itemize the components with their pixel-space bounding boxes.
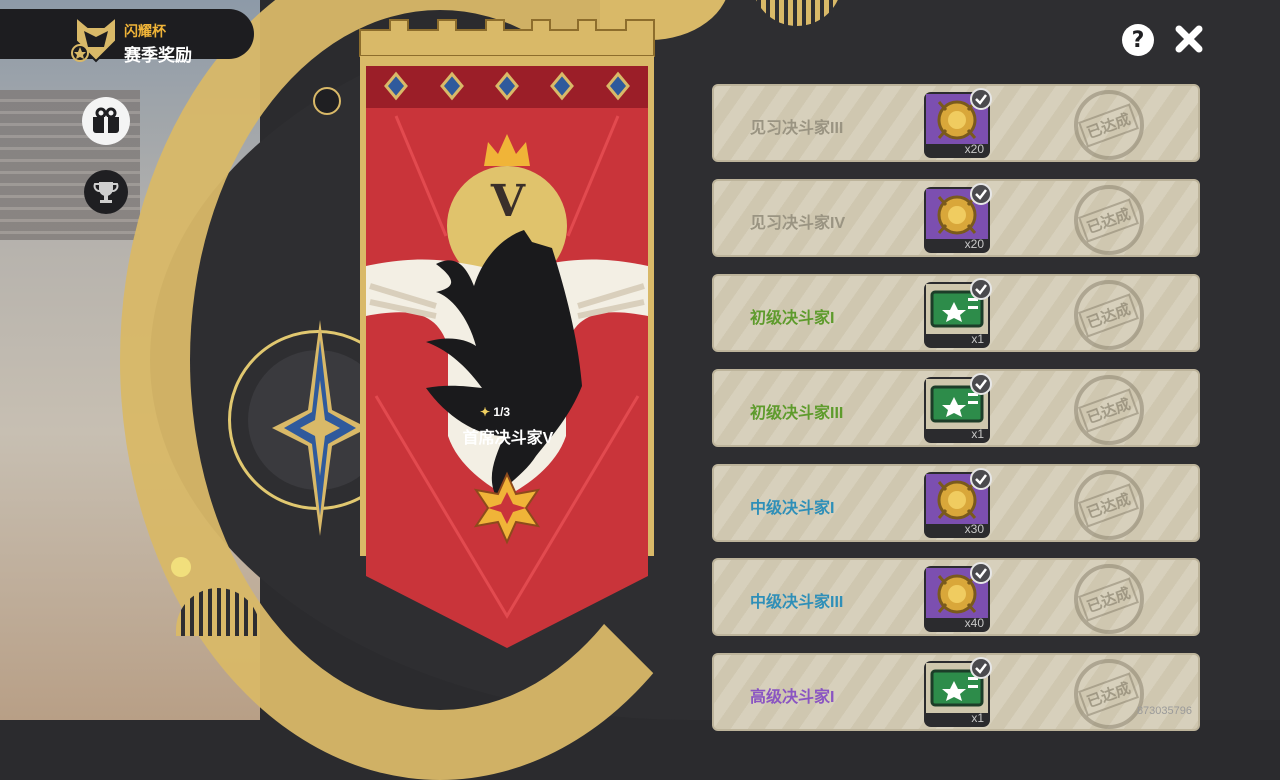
reward-quantity: x1	[971, 711, 984, 725]
check-icon	[970, 657, 992, 679]
decorative-dot	[313, 87, 341, 115]
claimed-stamp-label: 已达成	[1078, 576, 1140, 622]
reward-rank-name: 见习决斗家IV	[750, 215, 846, 232]
claimed-stamp-label: 已达成	[1078, 482, 1140, 528]
rank-banner	[359, 19, 655, 648]
gift-icon	[93, 107, 119, 133]
claimed-stamp-label: 已达成	[1078, 197, 1140, 243]
reward-row[interactable]: 初级决斗家III x1 已达成	[712, 369, 1200, 447]
reward-quantity: x20	[964, 142, 984, 156]
reward-row[interactable]: 见习决斗家III x20 已达成	[712, 84, 1200, 162]
player-uid: 873035796	[1136, 705, 1192, 717]
reward-quantity: x20	[964, 237, 984, 251]
close-icon	[1175, 25, 1203, 53]
decorative-dot-small	[171, 557, 191, 577]
rank-progress: ✦ 1/3	[480, 405, 540, 419]
reward-rank-name: 初级决斗家III	[750, 405, 844, 422]
reward-quantity: x30	[964, 522, 984, 536]
star-icon: ✦	[480, 405, 491, 419]
title-bar: 闪耀杯 赛季奖励	[0, 9, 254, 65]
reward-rank-name: 初级决斗家I	[750, 310, 835, 327]
cup-badge-icon	[71, 14, 117, 63]
claimed-stamp: 已达成	[1074, 185, 1144, 255]
claimed-stamp: 已达成	[1074, 90, 1144, 160]
claimed-stamp: 已达成	[1074, 564, 1144, 634]
reward-row[interactable]: 中级决斗家III x40 已达成	[712, 558, 1200, 636]
reward-rank-name: 高级决斗家I	[750, 689, 835, 706]
claimed-stamp: 已达成	[1074, 280, 1144, 350]
help-button[interactable]: ?	[1122, 24, 1154, 56]
reward-row[interactable]: 高级决斗家I x1 已达成	[712, 653, 1200, 731]
close-button[interactable]	[1172, 22, 1206, 56]
tab-trophy[interactable]	[84, 170, 128, 214]
rank-progress-value: 1/3	[493, 405, 511, 419]
check-icon	[970, 278, 992, 300]
reward-rank-name: 中级决斗家III	[750, 594, 844, 611]
reward-quantity: x1	[971, 427, 984, 441]
reward-row[interactable]: 中级决斗家I x30 已达成	[712, 464, 1200, 542]
tab-rewards[interactable]	[82, 97, 130, 145]
claimed-stamp-label: 已达成	[1078, 387, 1140, 433]
reward-row[interactable]: 见习决斗家IV x20 已达成	[712, 179, 1200, 257]
reward-quantity: x1	[971, 332, 984, 346]
claimed-stamp: 已达成	[1074, 375, 1144, 445]
check-icon	[970, 88, 992, 110]
check-icon	[970, 373, 992, 395]
reward-list[interactable]: 见习决斗家III x20 已达成 见习决斗家IV x20 已达成 初级决斗家I x1 已达成 初级…	[712, 84, 1202, 731]
trophy-icon	[93, 182, 119, 203]
claimed-stamp-label: 已达成	[1078, 292, 1140, 338]
claimed-stamp-label: 已达成	[1078, 671, 1140, 717]
title-subtitle: 闪耀杯	[124, 23, 166, 39]
compass-star-icon	[272, 320, 368, 536]
check-icon	[970, 183, 992, 205]
reward-rank-name: 中级决斗家I	[750, 500, 835, 517]
page-title: 赛季奖励	[124, 46, 192, 65]
rank-tier-numeral: V	[490, 176, 526, 227]
check-icon	[970, 468, 992, 490]
claimed-stamp: 已达成	[1074, 470, 1144, 540]
reward-row[interactable]: 初级决斗家I x1 已达成	[712, 274, 1200, 352]
check-icon	[970, 562, 992, 584]
claimed-stamp-label: 已达成	[1078, 102, 1140, 148]
rank-name: 首席决斗家V	[462, 430, 554, 447]
reward-rank-name: 见习决斗家III	[750, 120, 844, 137]
claimed-stamp: 已达成	[1074, 659, 1144, 729]
reward-quantity: x40	[964, 616, 984, 630]
